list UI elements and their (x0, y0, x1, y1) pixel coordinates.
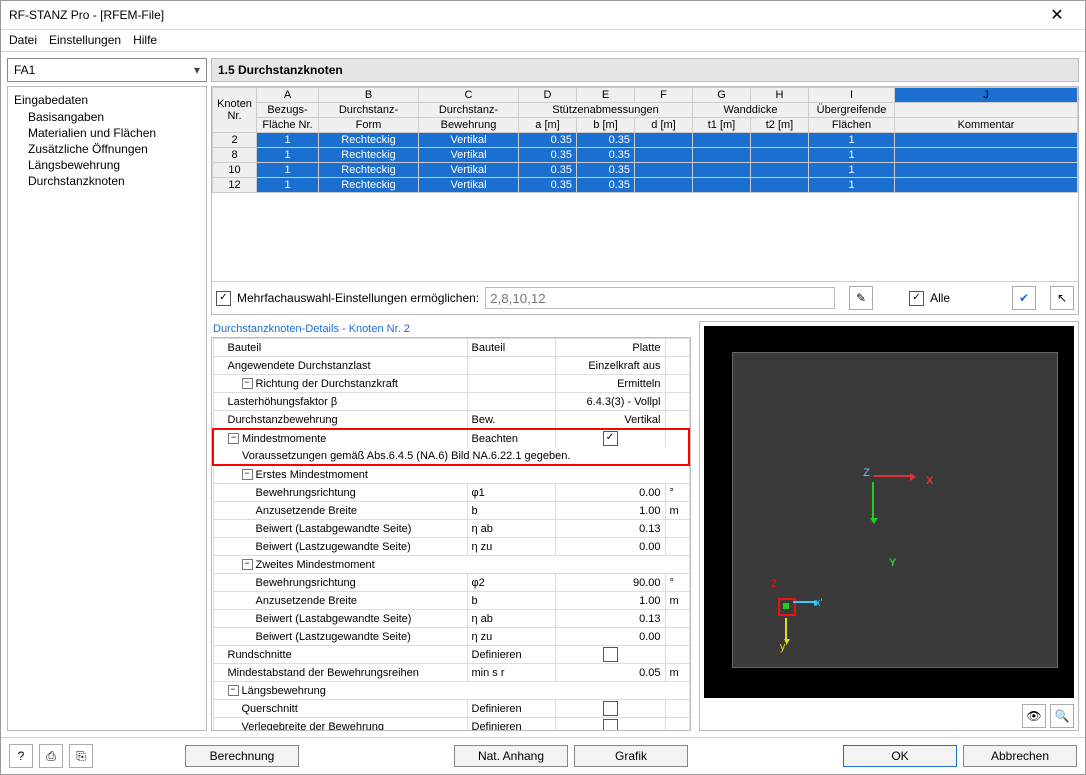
details-title: Durchstanzknoten-Details - Knoten Nr. 2 (211, 321, 691, 337)
zoom-icon[interactable]: 🔍 (1050, 704, 1074, 728)
tree-item-basisangaben[interactable]: Basisangaben (10, 109, 204, 125)
axis-z-label: Z (863, 467, 870, 479)
node-local-x: x' (815, 597, 823, 609)
table-row[interactable]: 81RechteckigVertikal0.350.351 (213, 148, 1078, 163)
titlebar: RF-STANZ Pro - [RFEM-File] ✕ (1, 1, 1085, 30)
multisel-label: Mehrfachauswahl-Einstellungen ermögliche… (237, 291, 479, 305)
viewport-panel: Z X Y 2 x' y' 👁 🔍 (699, 321, 1079, 731)
eye-icon[interactable]: 👁 (1022, 704, 1046, 728)
grafik-button[interactable]: Grafik (574, 745, 688, 767)
viewport-canvas[interactable]: Z X Y 2 x' y' (704, 326, 1074, 698)
details-row[interactable]: RundschnitteDefinieren (213, 646, 689, 664)
tree-item-laengsbewehrung[interactable]: Längsbewehrung (10, 157, 204, 173)
app-window: RF-STANZ Pro - [RFEM-File] ✕ Datei Einst… (0, 0, 1086, 775)
multisel-checkbox[interactable]: ✓ (216, 291, 231, 306)
window-title: RF-STANZ Pro - [RFEM-File] (9, 8, 164, 22)
pick-node-icon[interactable]: ✎ (849, 286, 873, 310)
section-title: 1.5 Durchstanzknoten (218, 63, 343, 77)
tree-item-materialien[interactable]: Materialien und Flächen (10, 125, 204, 141)
berechnung-button[interactable]: Berechnung (185, 745, 299, 767)
details-row[interactable]: Bewehrungsrichtungφ10.00° (213, 484, 689, 502)
details-row[interactable]: DurchstanzbewehrungBew.Vertikal (213, 411, 689, 430)
details-row[interactable]: −Richtung der DurchstanzkraftErmitteln (213, 375, 689, 393)
footer: ? ⎙ ⎘ Berechnung Nat. Anhang Grafik OK A… (1, 737, 1085, 774)
axis-x-arrow (874, 475, 914, 477)
apply-icon[interactable]: ✔ (1012, 286, 1036, 310)
close-icon[interactable]: ✕ (1037, 5, 1077, 25)
details-row[interactable]: −MindestmomenteBeachten✓ (213, 429, 689, 447)
grid-panel: KnotenNr. A B C D E F G H I J (211, 86, 1079, 315)
case-dropdown[interactable]: FA1 ▾ (7, 58, 207, 82)
details-row[interactable]: Anzusetzende Breiteb1.00m (213, 502, 689, 520)
case-dropdown-value: FA1 (14, 63, 35, 77)
tree-item-durchstanzknoten[interactable]: Durchstanzknoten (10, 173, 204, 189)
details-row[interactable]: −Längsbewehrung (213, 682, 689, 700)
chevron-down-icon: ▾ (194, 63, 200, 77)
menu-einstellungen[interactable]: Einstellungen (49, 33, 121, 47)
details-pane: Durchstanzknoten-Details - Knoten Nr. 2 … (211, 321, 691, 731)
axis-y-label: Y (889, 557, 896, 569)
tree-item-oeffnungen[interactable]: Zusätzliche Öffnungen (10, 141, 204, 157)
grid-table[interactable]: KnotenNr. A B C D E F G H I J (212, 87, 1078, 193)
table-row[interactable]: 21RechteckigVertikal0.350.351 (213, 133, 1078, 148)
grid-corner: KnotenNr. (213, 88, 257, 133)
details-row[interactable]: Beiwert (Lastzugewandte Seite)η zu0.00 (213, 628, 689, 646)
pointer-icon[interactable]: ↖ (1050, 286, 1074, 310)
node-y-arrow (785, 618, 787, 642)
details-row[interactable]: QuerschnittDefinieren (213, 700, 689, 718)
import-icon[interactable]: ⎘ (69, 744, 93, 768)
details-row[interactable]: Verlegebreite der BewehrungDefinieren (213, 718, 689, 732)
lower-row: Durchstanzknoten-Details - Knoten Nr. 2 … (211, 321, 1079, 731)
multiselect-bar: ✓ Mehrfachauswahl-Einstellungen ermöglic… (212, 281, 1078, 314)
right-pane: KnotenNr. A B C D E F G H I J (211, 86, 1079, 731)
tree-root[interactable]: Eingabedaten (10, 91, 204, 109)
details-row[interactable]: Beiwert (Lastabgewandte Seite)η ab0.13 (213, 610, 689, 628)
section-header: 1.5 Durchstanzknoten (211, 58, 1079, 82)
details-row[interactable]: Beiwert (Lastabgewandte Seite)η ab0.13 (213, 520, 689, 538)
viewport-buttons: 👁 🔍 (700, 702, 1078, 730)
menu-datei[interactable]: Datei (9, 33, 37, 47)
node-x-arrow (793, 601, 817, 603)
details-row[interactable]: Lasterhöhungsfaktor β6.4.3(3) - Vollpl (213, 393, 689, 411)
details-row[interactable]: Voraussetzungen gemäß Abs.6.4.5 (NA.6) B… (213, 447, 689, 465)
help-icon[interactable]: ? (9, 744, 33, 768)
multisel-input[interactable] (485, 287, 835, 309)
details-table[interactable]: BauteilBauteilPlatteAngewendete Durchsta… (212, 338, 690, 731)
table-row[interactable]: 101RechteckigVertikal0.350.351 (213, 163, 1078, 178)
all-label: Alle (930, 291, 950, 305)
details-row[interactable]: −Zweites Mindestmoment (213, 556, 689, 574)
main-grid: FA1 ▾ 1.5 Durchstanzknoten Eingabedaten … (1, 52, 1085, 737)
all-checkbox[interactable]: ✓ (909, 291, 924, 306)
nav-tree[interactable]: Eingabedaten Basisangaben Materialien un… (7, 86, 207, 731)
ok-button[interactable]: OK (843, 745, 957, 767)
node-local-y: y' (780, 641, 788, 653)
table-row[interactable]: 121RechteckigVertikal0.350.351 (213, 178, 1078, 193)
details-row[interactable]: Bewehrungsrichtungφ290.00° (213, 574, 689, 592)
details-row[interactable]: −Erstes Mindestmoment (213, 465, 689, 484)
export-icon[interactable]: ⎙ (39, 744, 63, 768)
details-row[interactable]: Angewendete DurchstanzlastEinzelkraft au… (213, 357, 689, 375)
grid-scroll[interactable]: KnotenNr. A B C D E F G H I J (212, 87, 1078, 281)
node-number: 2 (771, 578, 777, 590)
menu-hilfe[interactable]: Hilfe (133, 33, 157, 47)
axis-y-arrow (872, 482, 874, 522)
natanhang-button[interactable]: Nat. Anhang (454, 745, 568, 767)
details-row[interactable]: Beiwert (Lastzugewandte Seite)η zu0.00 (213, 538, 689, 556)
details-row[interactable]: Mindestabstand der Bewehrungsreihenmin s… (213, 664, 689, 682)
abbrechen-button[interactable]: Abbrechen (963, 745, 1077, 767)
details-scroll[interactable]: BauteilBauteilPlatteAngewendete Durchsta… (211, 337, 691, 731)
menubar: Datei Einstellungen Hilfe (1, 30, 1085, 53)
details-row[interactable]: BauteilBauteilPlatte (213, 339, 689, 357)
details-row[interactable]: Anzusetzende Breiteb1.00m (213, 592, 689, 610)
viewport-inner (732, 352, 1058, 668)
axis-x-label: X (926, 475, 933, 487)
